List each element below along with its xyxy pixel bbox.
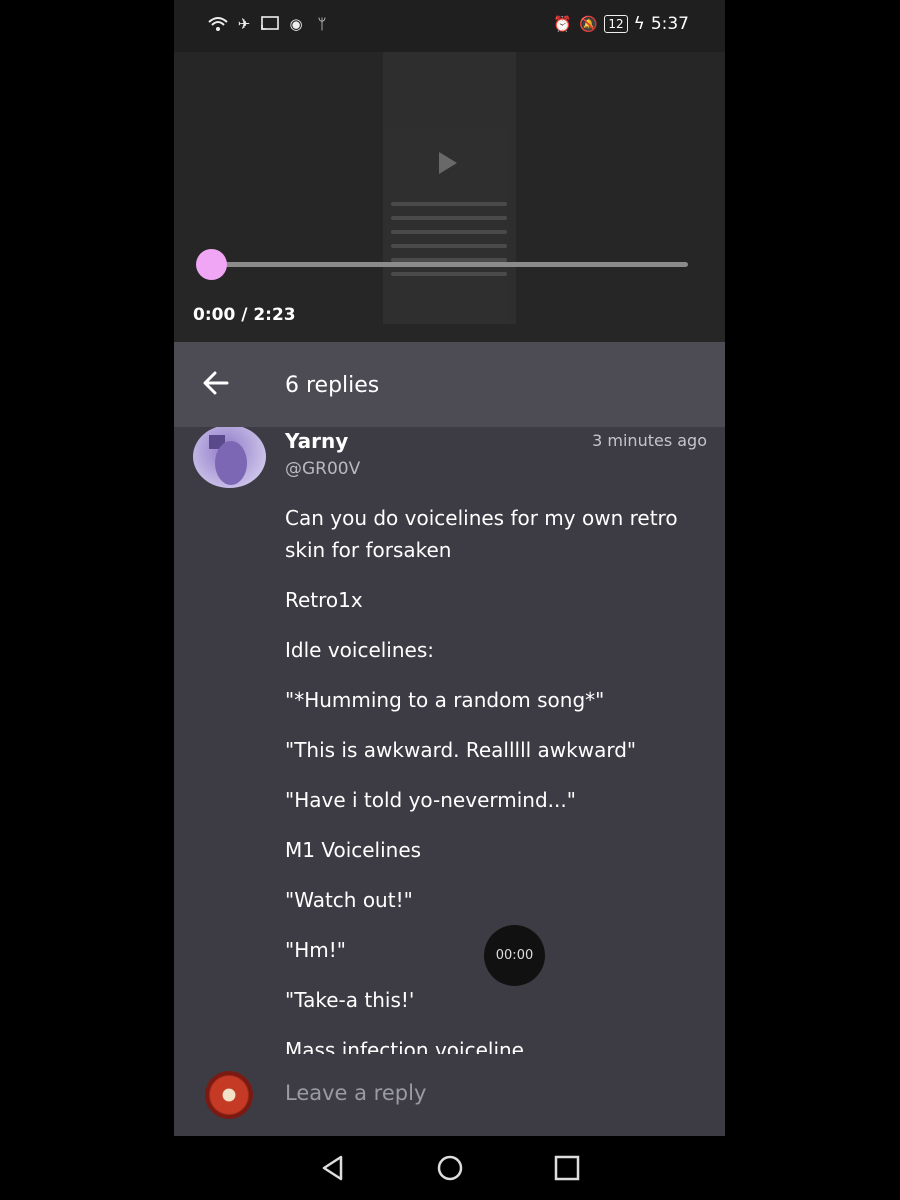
usb-icon: ᛘ bbox=[317, 15, 327, 33]
seek-handle[interactable] bbox=[196, 249, 227, 280]
charging-icon: ϟ bbox=[633, 14, 645, 34]
nav-bar bbox=[174, 1136, 725, 1200]
video-player[interactable]: 0:00 / 2:23 bbox=[174, 52, 725, 342]
video-thumbnail bbox=[383, 52, 516, 324]
comment-line: Idle voicelines: bbox=[285, 638, 434, 662]
record-icon: ◉ bbox=[289, 15, 303, 33]
comment-thread[interactable]: Yarny @GR00V 3 minutes ago Can you do vo… bbox=[174, 427, 725, 1054]
replies-header: 6 replies bbox=[174, 342, 725, 427]
author-handle: @GR00V bbox=[285, 459, 361, 479]
alarm-icon: ⏰ bbox=[552, 15, 572, 33]
timestamp: 3 minutes ago bbox=[592, 431, 707, 450]
airplane-icon: ✈ bbox=[237, 15, 251, 33]
comment-line: "This is awkward. Realllll awkward" bbox=[285, 738, 637, 762]
author-name[interactable]: Yarny bbox=[285, 429, 348, 453]
home-circle-icon[interactable] bbox=[434, 1152, 466, 1184]
timer-badge: 00:00 bbox=[484, 925, 545, 986]
comment-line: Retro1x bbox=[285, 588, 363, 612]
comment-line: "Have i told yo-nevermind..." bbox=[285, 788, 576, 812]
comment-line: Can you do voicelines for my own retro s… bbox=[285, 506, 678, 562]
phone-screen: ✈ ◉ ᛘ ⏰ 🔕 12 ϟ 5:37 0:00 / 2:23 6 replie… bbox=[174, 0, 725, 1200]
comment-line: "Take-a this!' bbox=[285, 988, 415, 1012]
status-bar: ✈ ◉ ᛘ ⏰ 🔕 12 ϟ 5:37 bbox=[174, 0, 725, 52]
back-triangle-icon[interactable] bbox=[317, 1152, 349, 1184]
recents-square-icon[interactable] bbox=[551, 1152, 583, 1184]
comment-line: M1 Voicelines bbox=[285, 838, 422, 862]
battery-indicator: 12 bbox=[604, 15, 628, 33]
wifi-icon bbox=[208, 14, 228, 34]
avatar[interactable] bbox=[193, 427, 266, 488]
comment-line: "*Humming to a random song*" bbox=[285, 688, 605, 712]
seek-bar[interactable] bbox=[210, 262, 688, 267]
reply-bar[interactable]: Leave a reply bbox=[174, 1054, 725, 1136]
user-avatar bbox=[205, 1071, 253, 1119]
reply-input[interactable]: Leave a reply bbox=[285, 1081, 426, 1105]
comment-line: "Watch out!" bbox=[285, 888, 413, 912]
time-display: 0:00 / 2:23 bbox=[193, 305, 296, 325]
comment-line: Mass infection voiceline bbox=[285, 1038, 524, 1054]
cast-icon bbox=[260, 14, 280, 34]
replies-title: 6 replies bbox=[285, 373, 380, 398]
arrow-left-icon[interactable] bbox=[201, 368, 231, 398]
clock: 5:37 bbox=[650, 14, 689, 34]
play-icon bbox=[439, 152, 457, 174]
mute-icon: 🔕 bbox=[578, 15, 598, 33]
